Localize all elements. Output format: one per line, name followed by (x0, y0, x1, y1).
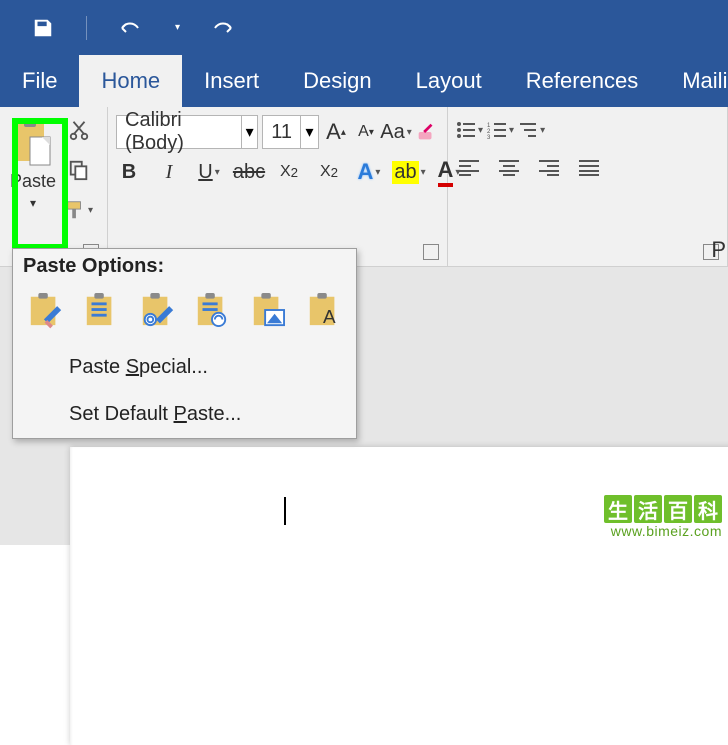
align-left-icon (459, 160, 479, 176)
clipboard-side-buttons: ▾ (64, 115, 93, 225)
bullets-icon (456, 121, 476, 139)
chevron-down-icon[interactable]: ▾ (300, 116, 318, 148)
copy-button[interactable] (64, 155, 93, 185)
paste-options-title: Paste Options: (13, 249, 356, 282)
svg-text:3: 3 (487, 135, 491, 139)
tab-references[interactable]: References (504, 55, 661, 107)
cut-icon (68, 119, 90, 141)
underline-button[interactable]: U▾ (196, 157, 222, 187)
ribbon: Paste ▾ ▾ Calibri (Body) ▾ (0, 107, 728, 267)
watermark-url: www.bimeiz.com (604, 523, 722, 539)
shrink-font-button[interactable]: A▾ (353, 117, 379, 147)
paste-options-popup: Paste Options: A Paste Special... Set De… (12, 248, 357, 439)
undo-button[interactable] (117, 15, 143, 41)
quick-access-toolbar: ▾ (0, 0, 728, 55)
clear-formatting-icon (415, 121, 437, 143)
chevron-down-icon[interactable]: ▾ (241, 116, 257, 148)
paste-special-item[interactable]: Paste Special... (13, 344, 356, 391)
redo-icon (211, 18, 235, 38)
font-size-combo[interactable]: 11 ▾ (262, 115, 319, 149)
picture-paste-icon[interactable] (250, 290, 288, 330)
ribbon-tabs: File Home Insert Design Layout Reference… (0, 55, 728, 107)
cut-button[interactable] (64, 115, 93, 145)
strikethrough-button[interactable]: abc (236, 157, 262, 187)
undo-dropdown[interactable]: ▾ (175, 22, 180, 33)
redo-button[interactable] (210, 15, 236, 41)
font-size-value: 11 (263, 121, 300, 144)
text-effects-button[interactable]: A▾ (356, 157, 382, 187)
tab-design[interactable]: Design (281, 55, 393, 107)
subscript-button[interactable]: X2 (276, 157, 302, 187)
align-left-button[interactable] (456, 153, 482, 183)
tab-insert[interactable]: Insert (182, 55, 281, 107)
keep-text-only-icon[interactable]: A (306, 290, 344, 330)
font-name-value: Calibri (Body) (117, 109, 241, 155)
multilevel-list-button[interactable]: ▾ (518, 115, 545, 145)
set-default-paste-item[interactable]: Set Default Paste... (13, 391, 356, 438)
font-name-combo[interactable]: Calibri (Body) ▾ (116, 115, 258, 149)
align-justify-button[interactable] (576, 153, 602, 183)
tab-mailings[interactable]: Mailin (660, 55, 728, 107)
bullets-button[interactable]: ▾ (456, 115, 483, 145)
font-launcher[interactable] (423, 244, 439, 260)
tab-file[interactable]: File (0, 55, 79, 107)
format-painter-button[interactable]: ▾ (64, 195, 93, 225)
link-keep-source-icon[interactable] (139, 290, 177, 330)
bold-button[interactable]: B (116, 157, 142, 187)
align-right-icon (539, 160, 559, 176)
merge-formatting-icon[interactable] (83, 290, 121, 330)
align-right-button[interactable] (536, 153, 562, 183)
group-font: Calibri (Body) ▾ 11 ▾ A▴ A▾ Aa▾ B I U▾ a… (108, 107, 448, 266)
document-page[interactable] (70, 447, 728, 745)
numbering-button[interactable]: 123▾ (487, 115, 514, 145)
paste-button[interactable]: Paste ▾ (8, 115, 58, 225)
svg-text:A: A (323, 307, 336, 328)
grow-font-button[interactable]: A▴ (323, 117, 349, 147)
numbering-icon: 123 (487, 121, 507, 139)
tab-home[interactable]: Home (79, 55, 182, 107)
align-justify-icon (579, 160, 599, 176)
highlight-button[interactable]: ab▾ (396, 157, 422, 187)
link-merge-icon[interactable] (194, 290, 232, 330)
styles-group-partial: P (711, 237, 726, 263)
superscript-button[interactable]: X2 (316, 157, 342, 187)
paste-dropdown-arrow[interactable]: ▾ (30, 196, 36, 210)
separator (86, 16, 87, 40)
italic-button[interactable]: I (156, 157, 182, 187)
paste-label: Paste (10, 171, 56, 192)
clear-formatting-button[interactable] (413, 117, 439, 147)
multilevel-icon (518, 121, 538, 139)
undo-icon (118, 18, 142, 38)
align-center-button[interactable] (496, 153, 522, 183)
paste-options-row: A (13, 282, 356, 344)
format-painter-icon (64, 199, 86, 221)
paste-icon (14, 117, 52, 167)
change-case-button[interactable]: Aa▾ (383, 117, 409, 147)
align-center-icon (499, 160, 519, 176)
group-clipboard: Paste ▾ ▾ (0, 107, 108, 266)
tab-layout[interactable]: Layout (394, 55, 504, 107)
save-button[interactable] (30, 15, 56, 41)
text-cursor (284, 497, 286, 525)
save-icon (32, 17, 54, 39)
keep-source-formatting-icon[interactable] (27, 290, 65, 330)
group-paragraph: ▾ 123▾ ▾ (448, 107, 728, 266)
watermark: 生 活 百 科 www.bimeiz.com (604, 495, 722, 539)
copy-icon (68, 159, 90, 181)
